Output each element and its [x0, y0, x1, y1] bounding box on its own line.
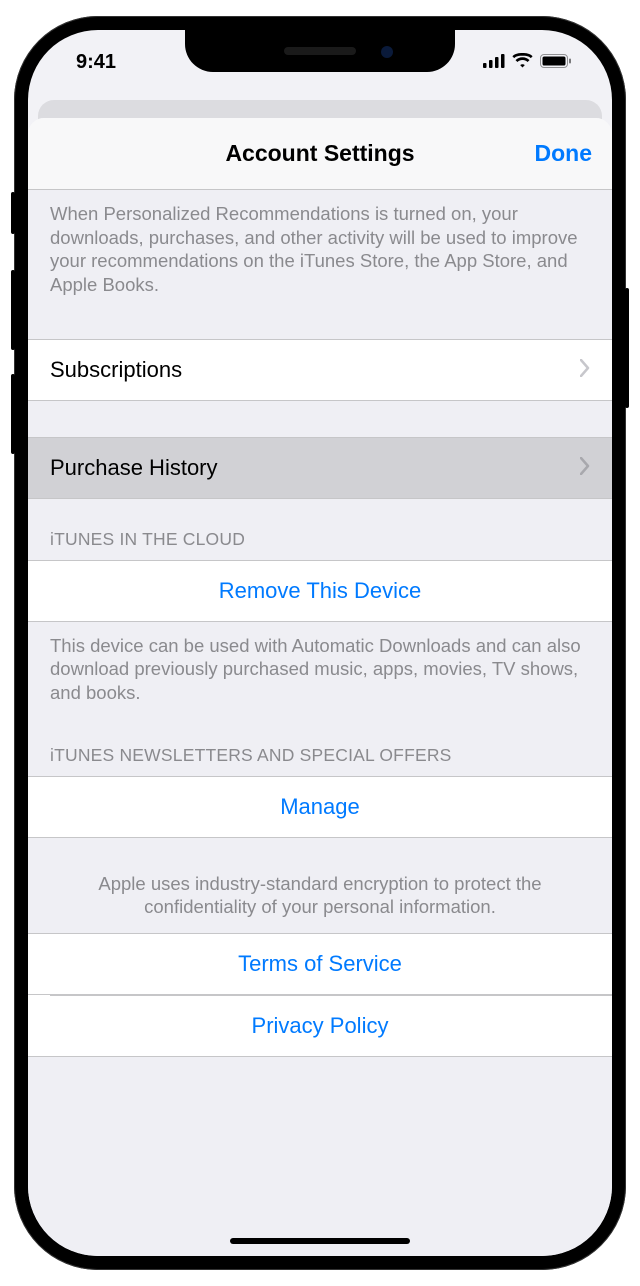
- remove-device-button[interactable]: Remove This Device: [28, 560, 612, 622]
- volume-up-button: [11, 270, 15, 350]
- notch: [185, 30, 455, 72]
- wifi-icon: [512, 51, 533, 74]
- done-button[interactable]: Done: [535, 140, 593, 167]
- speaker-grille: [284, 47, 356, 55]
- terms-label: Terms of Service: [238, 951, 402, 977]
- itunes-cloud-header: iTUNES IN THE CLOUD: [28, 499, 612, 560]
- subscriptions-row[interactable]: Subscriptions: [28, 339, 612, 401]
- battery-icon: [540, 51, 572, 74]
- remove-device-label: Remove This Device: [219, 578, 422, 604]
- manage-newsletters-button[interactable]: Manage: [28, 776, 612, 838]
- status-time: 9:41: [68, 51, 116, 74]
- side-button: [625, 288, 629, 408]
- chevron-right-icon: [580, 357, 590, 383]
- encryption-footer: Apple uses industry-standard encryption …: [28, 838, 612, 933]
- privacy-label: Privacy Policy: [252, 1013, 389, 1039]
- manage-label: Manage: [280, 794, 360, 820]
- chevron-right-icon: [580, 455, 590, 481]
- purchase-history-row[interactable]: Purchase History: [28, 437, 612, 499]
- phone-frame: 9:41 Account Settings Done When Pe: [14, 16, 626, 1270]
- mute-switch: [11, 192, 15, 234]
- volume-down-button: [11, 374, 15, 454]
- status-icons: [483, 51, 572, 74]
- nav-bar: Account Settings Done: [28, 118, 612, 190]
- itunes-cloud-footer: This device can be used with Automatic D…: [28, 622, 612, 723]
- cellular-icon: [483, 51, 505, 74]
- newsletters-header: iTUNES NEWSLETTERS AND SPECIAL OFFERS: [28, 723, 612, 776]
- modal-sheet: Account Settings Done When Personalized …: [28, 118, 612, 1256]
- terms-of-service-link[interactable]: Terms of Service: [28, 933, 612, 995]
- privacy-policy-link[interactable]: Privacy Policy: [28, 995, 612, 1057]
- recommendations-footer: When Personalized Recommendations is tur…: [28, 190, 612, 315]
- page-title: Account Settings: [225, 140, 414, 167]
- subscriptions-label: Subscriptions: [50, 357, 182, 383]
- front-camera: [381, 46, 393, 58]
- purchase-history-label: Purchase History: [50, 455, 218, 481]
- home-indicator[interactable]: [230, 1238, 410, 1244]
- phone-screen: 9:41 Account Settings Done When Pe: [28, 30, 612, 1256]
- content-scroll[interactable]: When Personalized Recommendations is tur…: [28, 190, 612, 1117]
